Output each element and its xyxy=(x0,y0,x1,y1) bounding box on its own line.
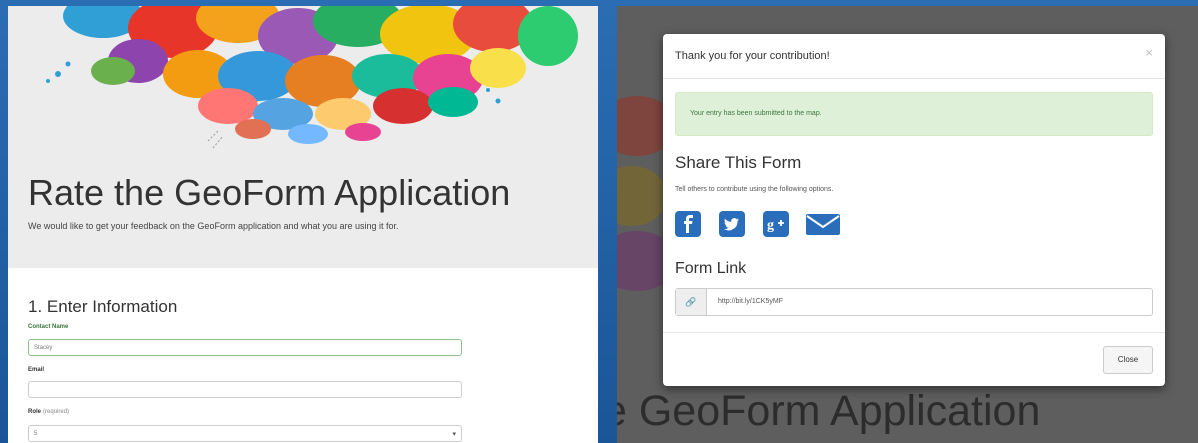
form-link-input[interactable]: 🔗 http://bit.ly/1CK5yMF xyxy=(675,288,1153,316)
background-page-title: e GeoForm Application xyxy=(617,387,1041,435)
email-label: Email xyxy=(28,367,45,373)
email-icon[interactable] xyxy=(805,211,841,237)
section-heading: 1. Enter Information xyxy=(28,297,178,316)
role-select-value: 5 xyxy=(34,431,38,437)
success-alert-text: Your entry has been submitted to the map… xyxy=(690,110,822,117)
speech-bubbles-image xyxy=(46,6,578,149)
form-link-heading: Form Link xyxy=(675,260,747,277)
geoform-page: Rate the GeoForm Application We would li… xyxy=(8,6,598,443)
required-note: (required) xyxy=(43,409,70,415)
modal-backdrop: e GeoForm Application Thank you for your… xyxy=(617,6,1198,443)
role-label: Role (required) xyxy=(28,409,69,415)
page-subtitle: We would like to get your feedback on th… xyxy=(28,221,399,231)
dialog-footer: Close xyxy=(663,332,1165,387)
email-input[interactable] xyxy=(28,381,462,398)
header-banner: Rate the GeoForm Application We would li… xyxy=(8,6,598,268)
share-heading: Share This Form xyxy=(675,153,802,172)
thank-you-dialog: Thank you for your contribution! × Your … xyxy=(663,34,1165,386)
close-button[interactable]: Close xyxy=(1103,346,1153,374)
contact-name-label: Contact Name xyxy=(28,324,69,330)
share-description: Tell others to contribute using the foll… xyxy=(675,186,834,193)
google-plus-icon[interactable]: g xyxy=(763,211,789,237)
link-icon: 🔗 xyxy=(676,289,707,315)
dialog-title: Thank you for your contribution! xyxy=(675,50,830,62)
twitter-icon[interactable] xyxy=(719,211,745,237)
facebook-icon[interactable] xyxy=(675,211,701,237)
dialog-header: Thank you for your contribution! × xyxy=(663,34,1165,79)
close-icon[interactable]: × xyxy=(1145,45,1153,60)
contact-name-input[interactable]: Stacey xyxy=(28,339,462,356)
svg-text:g: g xyxy=(767,218,774,233)
success-alert: Your entry has been submitted to the map… xyxy=(675,92,1153,136)
role-label-text: Role xyxy=(28,409,42,415)
role-select[interactable]: 5 ▾ xyxy=(28,425,462,442)
page-title: Rate the GeoForm Application xyxy=(28,172,511,213)
form-link-value: http://bit.ly/1CK5yMF xyxy=(718,298,783,305)
chevron-down-icon: ▾ xyxy=(452,431,456,438)
